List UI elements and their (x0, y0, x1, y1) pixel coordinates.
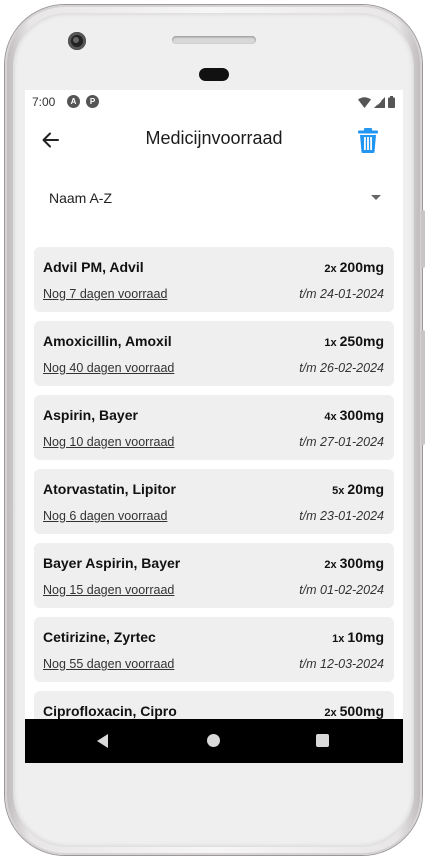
medicine-name: Bayer Aspirin, Bayer (43, 555, 181, 571)
stock-link[interactable]: Nog 7 dagen voorraad (43, 287, 167, 301)
sort-selected-label: Naam A-Z (49, 190, 113, 206)
stock-until-date: t/m 24-01-2024 (299, 287, 384, 301)
nav-recents-icon[interactable] (316, 734, 329, 747)
dose-quantity: 5x (332, 485, 345, 497)
dose-quantity: 1x (332, 633, 345, 645)
front-camera (68, 32, 86, 50)
trash-icon (358, 128, 378, 153)
medicine-card[interactable]: Aspirin, Bayer 4x 300mg Nog 10 dagen voor… (34, 395, 394, 460)
power-button (421, 330, 425, 445)
dose-amount: 500mg (339, 703, 384, 719)
medicine-dose: 2x 300mg (324, 555, 384, 571)
medicine-card[interactable]: Advil PM, Advil 2x 200mg Nog 7 dagen voor… (34, 247, 394, 312)
dose-amount: 20mg (347, 481, 384, 497)
dose-quantity: 2x (324, 559, 337, 571)
medicine-dose: 1x 250mg (324, 333, 384, 349)
notification-icon-p: P (86, 95, 99, 108)
status-icons (358, 96, 395, 108)
dose-quantity: 1x (324, 337, 337, 349)
stock-until-date: t/m 01-02-2024 (299, 583, 384, 597)
dose-quantity: 2x (324, 707, 337, 719)
medicine-name: Atorvastatin, Lipitor (43, 481, 177, 497)
dose-amount: 200mg (339, 259, 384, 275)
medicine-card[interactable]: Bayer Aspirin, Bayer 2x 300mg Nog 15 dage… (34, 543, 394, 608)
page-title: Medicijnvoorraad (145, 128, 283, 148)
dose-amount: 300mg (339, 555, 384, 571)
medicine-name: Cetirizine, Zyrtec (43, 629, 156, 645)
stock-until-date: t/m 23-01-2024 (299, 509, 384, 523)
system-nav-bar (25, 719, 403, 763)
app-bar: Medicijnvoorraad (25, 112, 403, 168)
medicine-dose: 2x 200mg (324, 259, 384, 275)
status-bar: 7:00 A P (25, 90, 403, 112)
stock-until-date: t/m 27-01-2024 (299, 435, 384, 449)
medicine-name: Amoxicillin, Amoxil (43, 333, 172, 349)
dose-amount: 10mg (347, 629, 384, 645)
medicine-card[interactable]: Atorvastatin, Lipitor 5x 20mg Nog 6 dagen… (34, 469, 394, 534)
signal-icon (374, 96, 385, 108)
stock-link[interactable]: Nog 15 dagen voorraad (43, 583, 174, 597)
stock-link[interactable]: Nog 10 dagen voorraad (43, 435, 174, 449)
stock-link[interactable]: Nog 55 dagen voorraad (43, 657, 174, 671)
medicine-name: Ciprofloxacin, Cipro (43, 703, 177, 719)
wifi-icon (358, 96, 371, 108)
dose-amount: 300mg (339, 407, 384, 423)
sort-dropdown[interactable]: Naam A-Z (33, 178, 387, 216)
caret-down-icon (371, 195, 381, 200)
medicine-dose: 1x 10mg (332, 629, 384, 645)
stock-link[interactable]: Nog 6 dagen voorraad (43, 509, 167, 523)
status-time: 7:00 (32, 95, 56, 109)
stock-until-date: t/m 26-02-2024 (299, 361, 384, 375)
nav-home-icon[interactable] (207, 734, 220, 747)
medicine-dose: 4x 300mg (324, 407, 384, 423)
medicine-card[interactable]: Cetirizine, Zyrtec 1x 10mg Nog 55 dagen v… (34, 617, 394, 682)
medicine-card[interactable]: Amoxicillin, Amoxil 1x 250mg Nog 40 dagen… (34, 321, 394, 386)
medicine-list: Advil PM, Advil 2x 200mg Nog 7 dagen voor… (34, 247, 394, 763)
dose-quantity: 4x (324, 411, 337, 423)
proximity-sensor (199, 68, 229, 81)
stock-link[interactable]: Nog 40 dagen voorraad (43, 361, 174, 375)
medicine-name: Aspirin, Bayer (43, 407, 138, 423)
delete-button[interactable] (353, 125, 383, 155)
medicine-dose: 5x 20mg (332, 481, 384, 497)
volume-button (421, 210, 425, 268)
battery-icon (388, 96, 395, 108)
notification-icon-a: A (67, 95, 80, 108)
earpiece-speaker (172, 36, 256, 44)
screen: 7:00 A P Medicijnvoorraad Naam A-Z Advil… (25, 90, 403, 763)
nav-back-icon[interactable] (97, 734, 108, 748)
dose-quantity: 2x (324, 263, 337, 275)
medicine-dose: 2x 500mg (324, 703, 384, 719)
stock-until-date: t/m 12-03-2024 (299, 657, 384, 671)
medicine-name: Advil PM, Advil (43, 259, 144, 275)
dose-amount: 250mg (339, 333, 384, 349)
